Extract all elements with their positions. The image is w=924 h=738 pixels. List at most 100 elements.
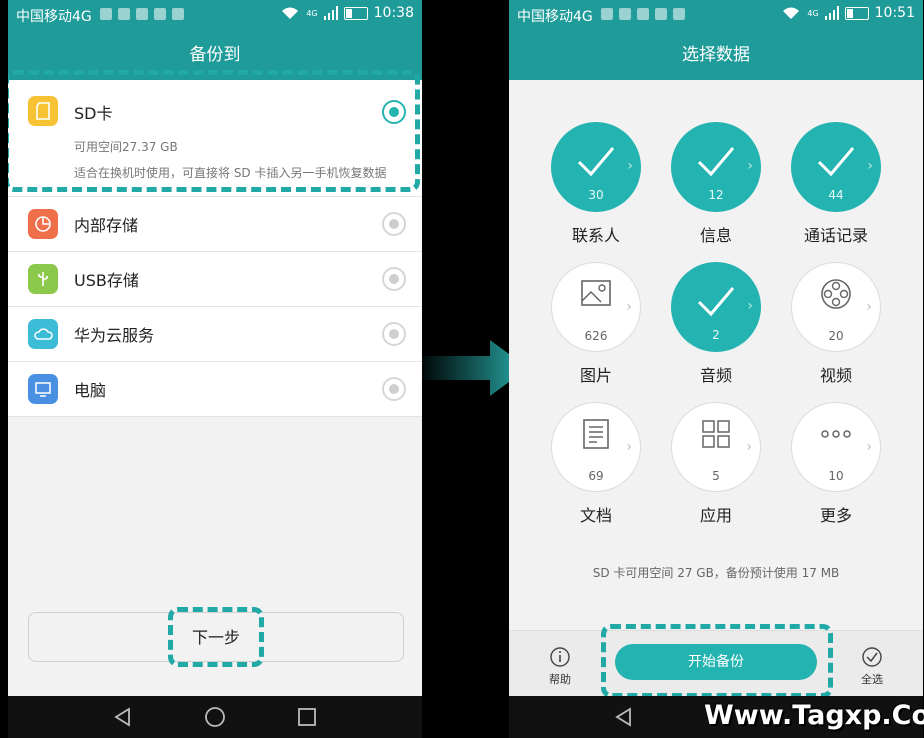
status-bar: 中国移动4G 4G 10:51 <box>509 0 923 30</box>
category-messages[interactable]: › 12 信息 <box>656 122 776 246</box>
storage-label: 内部存储 <box>74 216 139 235</box>
notification-icon <box>673 8 685 20</box>
category-circle[interactable]: › 12 <box>671 122 761 212</box>
highlight-frame-next <box>168 607 264 667</box>
category-label: 图片 <box>579 366 612 385</box>
notification-icon <box>172 8 184 20</box>
category-count: 44 <box>828 188 844 202</box>
check-circle-icon <box>862 647 882 667</box>
category-more[interactable]: › 10 更多 <box>776 402 896 526</box>
status-bar: 中国移动4G 4G 10:38 <box>8 0 422 30</box>
phone-screen-select-data: 中国移动4G 4G 10:51 选择数据 › 30 联系人 › 12 信息 › <box>509 0 923 738</box>
category-contacts[interactable]: › 30 联系人 <box>536 122 656 246</box>
apps-grid-icon <box>702 420 730 448</box>
category-call-log[interactable]: › 44 通话记录 <box>776 122 896 246</box>
category-pictures[interactable]: › 626 图片 <box>536 262 656 386</box>
page-title: 选择数据 <box>509 30 923 80</box>
category-count: 12 <box>708 188 724 202</box>
notification-icon <box>601 8 613 20</box>
notification-icons <box>601 8 685 20</box>
checkmark-icon <box>697 287 735 317</box>
carrier-label: 中国移动4G <box>16 9 92 25</box>
film-reel-icon <box>821 279 851 309</box>
carrier-label: 中国移动4G <box>517 9 593 25</box>
checkmark-icon <box>697 147 735 177</box>
usb-icon <box>28 264 58 294</box>
category-count: 626 <box>584 329 608 343</box>
category-video[interactable]: › 20 视频 <box>776 262 896 386</box>
storage-option-internal[interactable]: 内部存储 <box>8 197 422 252</box>
info-icon <box>550 647 570 667</box>
battery-icon <box>343 6 368 20</box>
storage-option-computer[interactable]: 电脑 <box>8 362 422 417</box>
highlight-frame-start-backup <box>601 624 833 698</box>
notification-icon <box>118 8 130 20</box>
storage-radio[interactable] <box>382 212 406 236</box>
notification-icon <box>637 8 649 20</box>
document-icon <box>583 419 609 449</box>
navigation-bar <box>8 696 422 738</box>
storage-radio[interactable] <box>382 322 406 346</box>
storage-label: 华为云服务 <box>74 326 155 345</box>
chevron-right-icon: › <box>627 158 633 174</box>
notification-icon <box>100 8 112 20</box>
more-dots-icon <box>821 430 851 438</box>
category-label: 信息 <box>699 226 732 245</box>
category-circle[interactable]: › 10 <box>791 402 881 492</box>
category-documents[interactable]: › 69 文档 <box>536 402 656 526</box>
chevron-right-icon: › <box>747 298 753 314</box>
chevron-right-icon: › <box>626 299 632 315</box>
battery-icon <box>844 6 869 20</box>
category-circle[interactable]: › 626 <box>551 262 641 352</box>
category-circle[interactable]: › 20 <box>791 262 881 352</box>
category-count: 20 <box>828 329 844 343</box>
category-label: 文档 <box>579 506 612 525</box>
category-label: 更多 <box>819 506 852 525</box>
category-label: 音频 <box>699 366 732 385</box>
category-label: 视频 <box>819 366 852 385</box>
back-icon[interactable] <box>613 706 635 728</box>
category-circle[interactable]: › 69 <box>551 402 641 492</box>
cloud-icon <box>28 319 58 349</box>
category-audio[interactable]: › 2 音频 <box>656 262 776 386</box>
clock: 10:51 <box>874 5 915 21</box>
category-count: 30 <box>588 188 604 202</box>
storage-option-usb[interactable]: USB存储 <box>8 252 422 307</box>
signal-icon <box>824 6 839 20</box>
pie-storage-icon <box>28 209 58 239</box>
category-circle[interactable]: › 5 <box>671 402 761 492</box>
monitor-icon <box>28 374 58 404</box>
category-count: 5 <box>712 469 720 483</box>
category-label: 应用 <box>699 506 732 525</box>
chevron-right-icon: › <box>866 439 872 455</box>
category-label: 联系人 <box>571 226 620 245</box>
select-all-button[interactable]: 全选 <box>842 646 902 687</box>
category-circle[interactable]: › 30 <box>551 122 641 212</box>
wifi-icon <box>783 7 800 19</box>
notification-icons <box>100 8 184 20</box>
storage-radio[interactable] <box>382 267 406 291</box>
highlight-frame-sd-card <box>8 70 420 192</box>
home-icon[interactable] <box>204 706 226 728</box>
category-apps[interactable]: › 5 应用 <box>656 402 776 526</box>
signal-icon <box>323 6 338 20</box>
category-count: 10 <box>828 469 844 483</box>
chevron-right-icon: › <box>746 439 752 455</box>
help-button[interactable]: 帮助 <box>530 646 590 687</box>
image-icon <box>581 280 611 306</box>
category-count: 69 <box>588 469 604 483</box>
chevron-right-icon: › <box>626 439 632 455</box>
watermark-text: Www.Tagxp.Com <box>704 700 924 731</box>
checkmark-icon <box>577 147 615 177</box>
category-circle[interactable]: › 44 <box>791 122 881 212</box>
wifi-icon <box>282 7 299 19</box>
storage-option-cloud[interactable]: 华为云服务 <box>8 307 422 362</box>
storage-radio[interactable] <box>382 377 406 401</box>
storage-label: 电脑 <box>74 381 107 400</box>
chevron-right-icon: › <box>747 158 753 174</box>
recents-icon[interactable] <box>296 706 318 728</box>
category-circle[interactable]: › 2 <box>671 262 761 352</box>
notification-icon <box>136 8 148 20</box>
back-icon[interactable] <box>112 706 134 728</box>
select-all-label: 全选 <box>861 673 883 686</box>
